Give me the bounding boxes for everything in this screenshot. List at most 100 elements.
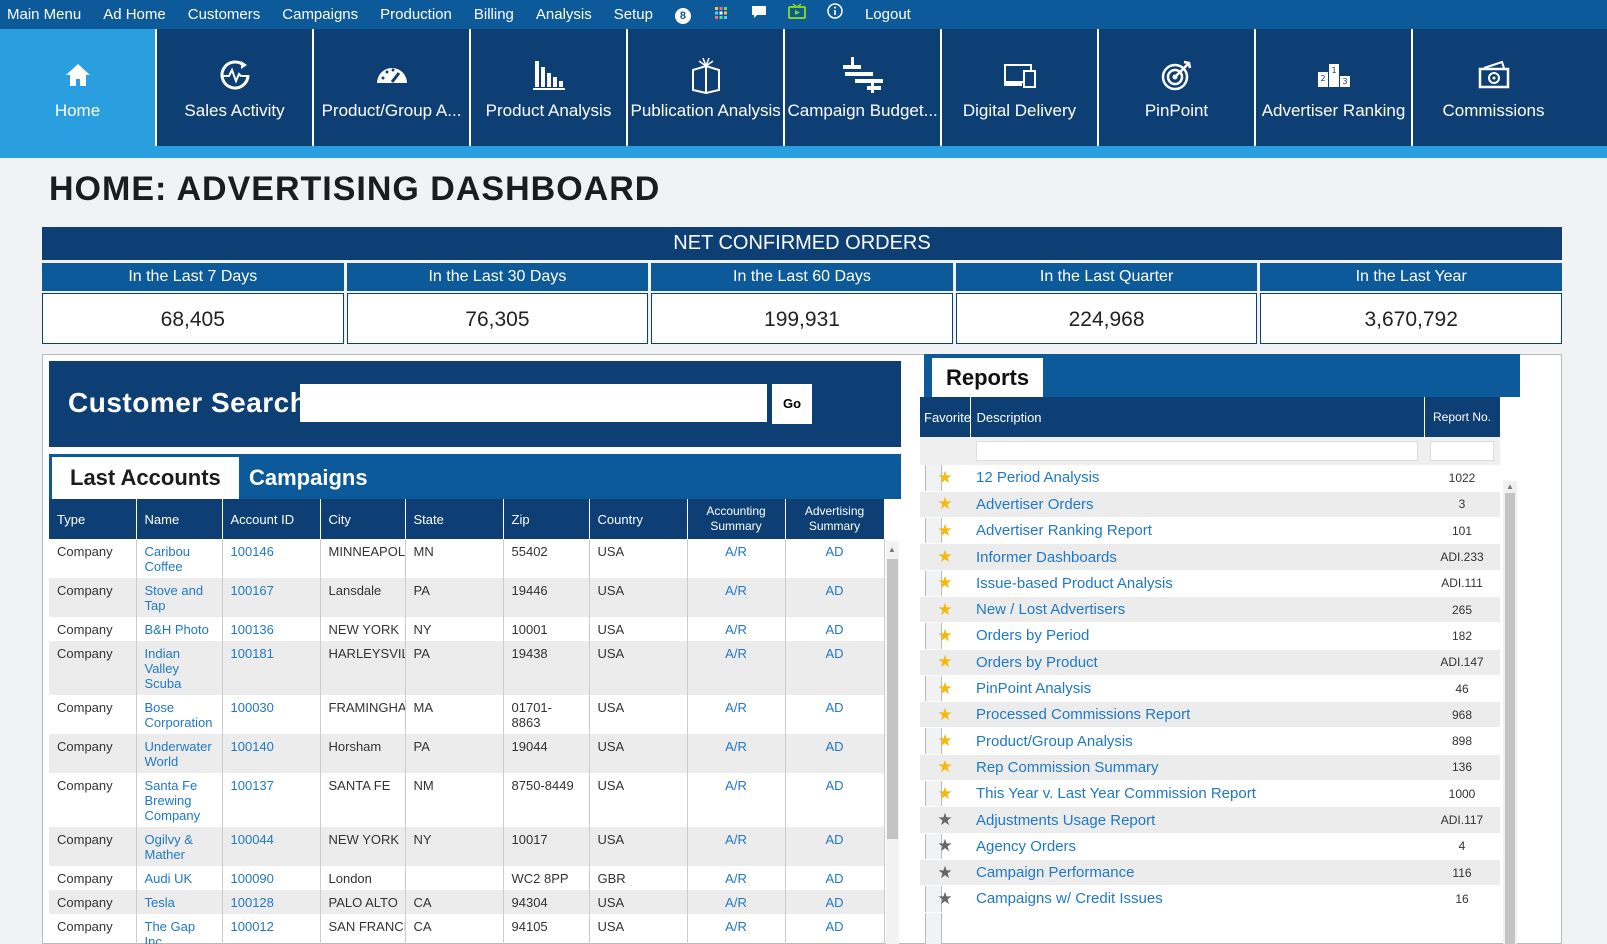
- table-row[interactable]: Company Bose Corporation 100030 FRAMINGHAMM…: [49, 695, 885, 734]
- column-header-description[interactable]: Description: [970, 397, 1425, 437]
- ad-link[interactable]: AD: [825, 895, 843, 910]
- account-id-link[interactable]: 100044: [231, 832, 274, 847]
- favorite-star-icon[interactable]: ★: [937, 757, 952, 776]
- ar-link[interactable]: A/R: [725, 778, 747, 793]
- report-row[interactable]: ★ This Year v. Last Year Commission Repor…: [920, 780, 1500, 808]
- not-favorite-star-icon[interactable]: ★: [937, 810, 952, 829]
- tile-commissions[interactable]: Commissions: [1413, 29, 1574, 146]
- tile-home[interactable]: Home: [0, 29, 157, 146]
- ad-link[interactable]: AD: [825, 778, 843, 793]
- report-description-link[interactable]: Advertiser Ranking Report: [970, 517, 1424, 545]
- report-row[interactable]: ★ Orders by Period 182: [920, 622, 1500, 650]
- ad-link[interactable]: AD: [825, 700, 843, 715]
- report-row[interactable]: ★ Agency Orders 4: [920, 833, 1500, 860]
- account-id-link[interactable]: 100012: [231, 919, 274, 934]
- report-row[interactable]: ★ PinPoint Analysis 46: [920, 675, 1500, 703]
- account-id-link[interactable]: 100140: [231, 739, 274, 754]
- tab-campaigns[interactable]: Campaigns: [231, 457, 386, 499]
- report-row[interactable]: ★ Campaign Performance 116: [920, 859, 1500, 887]
- favorite-star-icon[interactable]: ★: [937, 652, 952, 671]
- account-id-link[interactable]: 100136: [231, 622, 274, 637]
- account-name-link[interactable]: Ogilvy & Mather: [145, 832, 193, 862]
- account-name-link[interactable]: Caribou Coffee: [145, 544, 191, 574]
- column-header-account-id[interactable]: Account ID: [222, 499, 321, 539]
- menu-billing[interactable]: Billing: [463, 0, 525, 29]
- ad-link[interactable]: AD: [825, 871, 843, 886]
- table-row[interactable]: Company The Gap Inc. 100012 SAN FRANCISCOCA…: [49, 914, 885, 944]
- ad-link[interactable]: AD: [825, 919, 843, 934]
- report-description-link[interactable]: Informer Dashboards: [970, 543, 1424, 571]
- report-description-link[interactable]: Orders by Period: [970, 622, 1424, 650]
- tile-sales-activity[interactable]: Sales Activity: [157, 29, 314, 146]
- table-row[interactable]: Company Stove and Tap 100167 Lansdale PA 1944…: [49, 578, 885, 617]
- column-header-country[interactable]: Country: [589, 499, 688, 539]
- column-header-state[interactable]: State: [405, 499, 504, 539]
- account-id-link[interactable]: 100167: [231, 583, 274, 598]
- ad-link[interactable]: AD: [825, 583, 843, 598]
- account-name-link[interactable]: B&H Photo: [145, 622, 209, 637]
- notification-badge-icon[interactable]: 8: [664, 0, 702, 29]
- account-id-link[interactable]: 100137: [231, 778, 274, 793]
- report-description-link[interactable]: This Year v. Last Year Commission Report: [970, 780, 1424, 808]
- table-row[interactable]: Company Underwater World 100140 Horsham PA 19…: [49, 734, 885, 773]
- favorite-star-icon[interactable]: ★: [937, 468, 952, 487]
- menu-setup[interactable]: Setup: [603, 0, 664, 29]
- table-row[interactable]: Company Ogilvy & Mather 100044 NEW YORK NY 10…: [49, 827, 885, 866]
- scroll-up-icon[interactable]: ▲: [888, 545, 896, 554]
- account-id-link[interactable]: 100090: [231, 871, 274, 886]
- menu-main-menu[interactable]: Main Menu: [0, 0, 92, 29]
- ad-link[interactable]: AD: [825, 646, 843, 661]
- report-row[interactable]: ★ Adjustments Usage Report ADI.117: [920, 806, 1500, 834]
- menu-analysis[interactable]: Analysis: [525, 0, 603, 29]
- favorite-star-icon[interactable]: ★: [937, 494, 952, 513]
- ad-link[interactable]: AD: [825, 739, 843, 754]
- report-row[interactable]: ★ Processed Commissions Report 968: [920, 701, 1500, 729]
- column-header-advertising-summary[interactable]: Advertising Summary: [785, 499, 885, 539]
- account-id-link[interactable]: 100030: [231, 700, 274, 715]
- favorite-star-icon[interactable]: ★: [937, 521, 952, 540]
- favorite-star-icon[interactable]: ★: [937, 679, 952, 698]
- menu-customers[interactable]: Customers: [177, 0, 272, 29]
- reports-tab[interactable]: Reports: [932, 358, 1044, 397]
- tile-digital-delivery[interactable]: Digital Delivery: [942, 29, 1099, 146]
- column-header-city[interactable]: City: [320, 499, 406, 539]
- table-row[interactable]: Company Caribou Coffee 100146 MINNEAPOLISMN…: [49, 539, 885, 578]
- tab-last-accounts[interactable]: Last Accounts: [52, 457, 239, 499]
- tile-advertiser-ranking[interactable]: 12 3 Advertiser Ranking: [1256, 29, 1413, 146]
- favorite-star-icon[interactable]: ★: [937, 731, 952, 750]
- tile-pinpoint[interactable]: PinPoint: [1099, 29, 1256, 146]
- table-row[interactable]: Company Santa Fe Brewing Company 100137 SAN…: [49, 773, 885, 827]
- account-id-link[interactable]: 100128: [231, 895, 274, 910]
- table-row[interactable]: Company Audi UK 100090 London WC2 8PP GBR A/R A…: [49, 866, 885, 890]
- ar-link[interactable]: A/R: [725, 583, 747, 598]
- chat-icon[interactable]: [740, 0, 778, 29]
- ar-link[interactable]: A/R: [725, 871, 747, 886]
- report-row[interactable]: ★ New / Lost Advertisers 265: [920, 596, 1500, 624]
- account-name-link[interactable]: Bose Corporation: [145, 700, 213, 730]
- apps-grid-icon[interactable]: [702, 0, 740, 29]
- not-favorite-star-icon[interactable]: ★: [937, 889, 952, 908]
- menu-production[interactable]: Production: [369, 0, 463, 29]
- tv-icon[interactable]: [778, 0, 816, 29]
- favorite-star-icon[interactable]: ★: [937, 573, 952, 592]
- tile-campaign-budget[interactable]: Campaign Budget...: [785, 29, 942, 146]
- scrollbar-thumb[interactable]: [1505, 493, 1515, 944]
- reports-scrollbar[interactable]: ▲: [1503, 481, 1517, 944]
- favorite-star-icon[interactable]: ★: [937, 784, 952, 803]
- tile-publication-analysis[interactable]: Publication Analysis: [628, 29, 785, 146]
- report-description-link[interactable]: Issue-based Product Analysis: [970, 570, 1424, 597]
- account-id-link[interactable]: 100146: [231, 544, 274, 559]
- menu-campaigns[interactable]: Campaigns: [271, 0, 369, 29]
- favorite-star-icon[interactable]: ★: [937, 600, 952, 619]
- account-name-link[interactable]: Santa Fe Brewing Company: [145, 778, 201, 823]
- report-row[interactable]: ★ Issue-based Product Analysis ADI.111: [920, 570, 1500, 597]
- table-row[interactable]: Company Tesla 100128 PALO ALTO CA 94304 USA A/R…: [49, 890, 885, 914]
- account-name-link[interactable]: Audi UK: [145, 871, 193, 886]
- scroll-up-icon[interactable]: ▲: [1506, 482, 1514, 491]
- report-description-link[interactable]: Campaigns w/ Credit Issues: [970, 885, 1424, 913]
- report-no-filter-input[interactable]: [1430, 441, 1494, 461]
- column-header-zip[interactable]: Zip: [503, 499, 590, 539]
- report-description-link[interactable]: Orders by Product: [970, 649, 1424, 676]
- report-description-link[interactable]: Advertiser Orders: [970, 491, 1424, 519]
- report-description-link[interactable]: Product/Group Analysis: [970, 727, 1424, 755]
